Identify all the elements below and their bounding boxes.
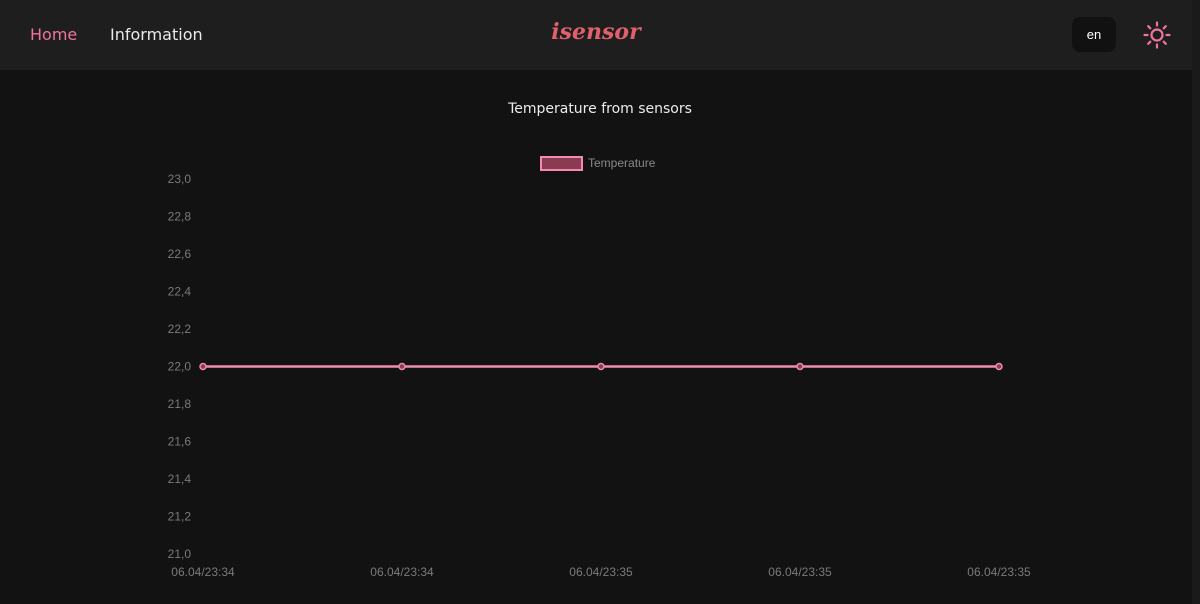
language-button[interactable]: en xyxy=(1072,17,1116,52)
y-tick-label: 21,0 xyxy=(168,547,192,561)
y-tick-label: 22,8 xyxy=(168,210,192,224)
app-logo[interactable]: isensor xyxy=(0,18,1192,46)
chart-title: Temperature from sensors xyxy=(508,101,692,117)
data-point xyxy=(995,362,1003,371)
data-point xyxy=(398,362,406,371)
x-tick-label: 06.04/23:34 xyxy=(370,565,434,579)
y-tick-label: 21,4 xyxy=(168,472,192,486)
x-tick-label: 06.04/23:34 xyxy=(171,565,235,579)
data-point xyxy=(796,362,804,371)
x-tick-label: 06.04/23:35 xyxy=(768,565,832,579)
navbar: Home Information isensor en xyxy=(0,0,1192,70)
y-tick-label: 21,6 xyxy=(168,435,192,449)
data-point xyxy=(597,362,605,371)
page-scrollbar[interactable] xyxy=(1192,0,1200,604)
legend-swatch xyxy=(540,156,583,171)
y-tick-label: 22,4 xyxy=(168,285,192,299)
x-tick-label: 06.04/23:35 xyxy=(967,565,1031,579)
x-tick-label: 06.04/23:35 xyxy=(569,565,633,579)
sun-icon xyxy=(1143,21,1171,49)
y-tick-label: 22,2 xyxy=(168,322,192,336)
y-tick-label: 21,8 xyxy=(168,397,192,411)
y-tick-label: 22,6 xyxy=(168,247,192,261)
data-point xyxy=(199,362,207,371)
y-tick-label: 21,2 xyxy=(168,510,192,524)
legend-label: Temperature xyxy=(588,156,656,170)
theme-toggle-button[interactable] xyxy=(1142,20,1172,50)
y-tick-label: 22,0 xyxy=(168,360,192,374)
y-tick-label: 23,0 xyxy=(168,172,192,186)
temperature-chart: 23,0 22,8 22,6 22,4 22,2 22,0 21,8 21,6 21,4 21,2… xyxy=(168,156,1031,579)
